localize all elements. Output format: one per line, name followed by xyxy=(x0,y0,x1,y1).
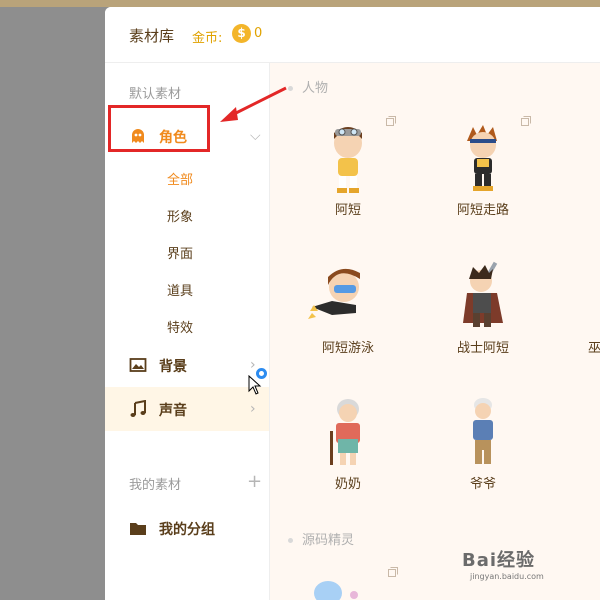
sidebar-item-label: 声音 xyxy=(159,403,187,419)
sidebar-item-label: 背景 xyxy=(159,359,187,375)
copy-icon[interactable] xyxy=(386,116,396,126)
sidebar-item-sounds[interactable]: 声音 › xyxy=(105,387,269,431)
character-figure xyxy=(467,125,497,191)
watermark-url: jingyan.baidu.com xyxy=(470,572,544,581)
asset-name: 阿短走路 xyxy=(456,203,509,218)
default-assets-label: 默认素材 xyxy=(129,87,182,102)
highlight-box xyxy=(108,105,210,152)
sprite-preview xyxy=(314,581,358,600)
asset-name: 阿短游泳 xyxy=(321,341,374,356)
asset-card[interactable]: 阿短 xyxy=(288,116,408,241)
subitem-figures[interactable]: 形象 xyxy=(167,206,193,225)
asset-card[interactable]: 阿短游泳 xyxy=(288,259,408,379)
sidebar-item-my-group[interactable]: 我的分组 xyxy=(105,506,269,550)
panel-header: 素材库 金币: $ 0 xyxy=(105,7,600,63)
coins-value: 0 xyxy=(254,26,263,41)
asset-card[interactable]: 奶奶 xyxy=(288,395,408,515)
copy-icon[interactable] xyxy=(388,567,398,577)
folder-icon xyxy=(130,523,146,535)
asset-card[interactable]: 阿短走路 xyxy=(423,116,543,241)
asset-card[interactable]: 爷爷 xyxy=(423,395,543,515)
watermark: Bai经验 xyxy=(462,550,536,571)
subitem-all[interactable]: 全部 xyxy=(167,169,193,188)
group-label-source-sprites: 源码精灵 xyxy=(288,529,354,548)
copy-icon[interactable] xyxy=(521,116,531,126)
chevron-right-icon[interactable]: › xyxy=(250,401,256,417)
asset-name: 奶奶 xyxy=(334,477,361,492)
panel-title: 素材库 xyxy=(129,27,175,45)
character-figure xyxy=(308,268,360,319)
red-arrow-annotation xyxy=(220,86,287,122)
coin-icon: $ xyxy=(232,24,251,43)
top-strip xyxy=(0,0,600,7)
asset-name: 战士阿短 xyxy=(456,341,509,356)
add-icon[interactable]: + xyxy=(247,473,262,491)
asset-name: 阿短 xyxy=(334,203,361,218)
character-figure xyxy=(330,399,360,465)
coins-label: 金币: xyxy=(192,31,223,46)
loading-indicator-icon xyxy=(256,368,267,379)
subitem-props[interactable]: 道具 xyxy=(167,280,193,299)
asset-grid: 人物 阿短 阿短走路 阿短游泳 战士阿短 巫 奶奶 爷爷 源码精灵 xyxy=(270,63,600,600)
subitem-interface[interactable]: 界面 xyxy=(167,243,193,262)
chevron-right-icon[interactable]: › xyxy=(250,357,256,373)
asset-name-partial: 巫 xyxy=(588,341,600,356)
group-label-people: 人物 xyxy=(288,77,328,96)
subitem-effects[interactable]: 特效 xyxy=(167,317,193,336)
sidebar-item-backgrounds[interactable]: 背景 › xyxy=(105,343,269,387)
sidebar-item-label: 我的分组 xyxy=(159,522,215,538)
asset-name: 爷爷 xyxy=(469,477,496,492)
character-figure xyxy=(473,398,493,464)
asset-card[interactable]: 战士阿短 xyxy=(423,259,543,379)
character-figure xyxy=(334,127,362,193)
character-figure xyxy=(463,261,503,327)
image-icon xyxy=(129,358,147,372)
music-note-icon xyxy=(130,400,146,417)
my-assets-label: 我的素材 xyxy=(129,478,182,493)
